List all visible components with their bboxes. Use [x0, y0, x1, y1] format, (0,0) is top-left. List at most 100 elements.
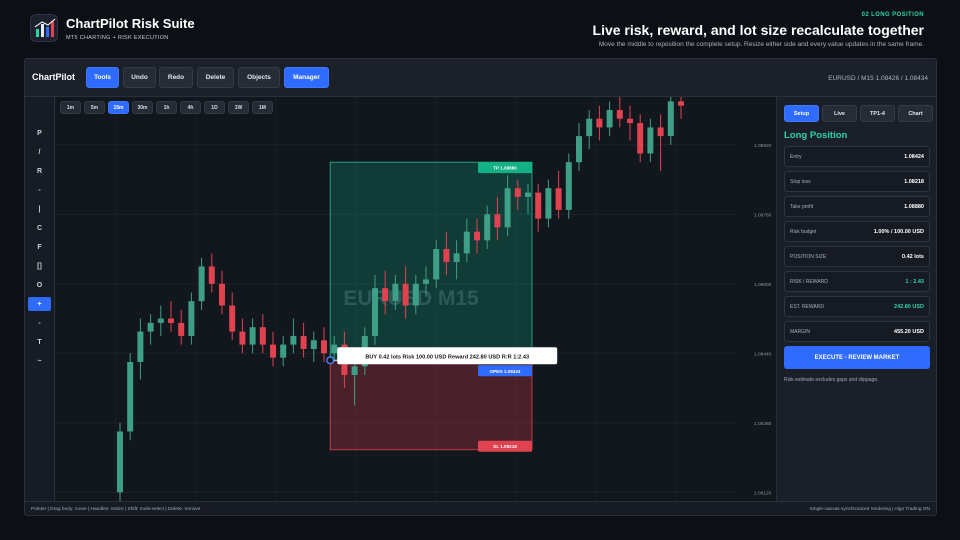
- tool-button-1[interactable]: /: [28, 145, 51, 159]
- tool-button-4[interactable]: |: [28, 202, 51, 216]
- tool-button-9[interactable]: +: [28, 297, 51, 311]
- app-title: ChartPilot Risk Suite: [66, 15, 195, 31]
- candle: [535, 192, 542, 219]
- timeframe-1w[interactable]: 1W: [228, 101, 249, 114]
- timeframe-30m[interactable]: 30m: [132, 101, 153, 114]
- tool-button-5[interactable]: C: [28, 221, 51, 235]
- candle: [678, 101, 684, 106]
- candle: [657, 127, 664, 137]
- field-stop-loss[interactable]: Stop loss 1.08218: [784, 171, 930, 192]
- tab-setup[interactable]: Setup: [784, 105, 819, 122]
- field-risk-reward: RISK / REWARD 1 : 2.43: [784, 271, 930, 292]
- delete-button[interactable]: Delete: [197, 67, 234, 88]
- timeframe-15m[interactable]: 15m: [108, 101, 129, 114]
- field-value: 1.08218: [904, 178, 924, 185]
- candle: [627, 118, 633, 124]
- candle: [300, 335, 307, 349]
- field-value: 1.08424: [904, 153, 924, 160]
- hero-kicker: 02 LONG POSITION: [861, 12, 924, 18]
- objects-button[interactable]: Objects: [238, 67, 280, 88]
- execute-button[interactable]: EXECUTE - REVIEW MARKET: [784, 346, 930, 369]
- candle: [525, 192, 531, 197]
- candle: [229, 305, 236, 332]
- timeframe-1h[interactable]: 1h: [156, 101, 177, 114]
- tool-button-11[interactable]: T: [28, 335, 51, 349]
- app-name: ChartPilot: [32, 72, 76, 82]
- candle: [412, 283, 419, 306]
- field-label: Stop loss: [790, 178, 811, 185]
- redo-button[interactable]: Redo: [159, 67, 193, 88]
- timeframe-1d[interactable]: 1D: [204, 101, 225, 114]
- candle: [127, 361, 134, 432]
- candle: [351, 366, 358, 376]
- candle: [433, 249, 440, 280]
- tool-button-6[interactable]: F: [28, 240, 51, 254]
- chart-logo-icon: [30, 14, 58, 42]
- field-margin: MARGIN 455.20 USD: [784, 321, 930, 342]
- candle: [382, 288, 389, 302]
- candle: [565, 162, 572, 210]
- candle: [576, 136, 582, 163]
- timeframe-1m[interactable]: 1M: [252, 101, 273, 114]
- chart-area[interactable]: 1.08920 1.08760 1.08600 1.08440 1.08280 1.081…: [56, 97, 776, 501]
- risk-note: Risk estimate excludes gaps and slippage…: [784, 377, 879, 383]
- timeframe-5m[interactable]: 5m: [84, 101, 105, 114]
- tool-button-12[interactable]: ~: [28, 354, 51, 368]
- candle: [392, 283, 399, 302]
- candle: [545, 188, 552, 219]
- candle: [474, 231, 480, 241]
- timeframe-1m[interactable]: 1m: [60, 101, 81, 114]
- status-shortcuts: Pointer | Drag body: move | Handles: res…: [31, 507, 201, 512]
- undo-button[interactable]: Undo: [123, 67, 156, 88]
- field-entry[interactable]: Entry 1.08424: [784, 146, 930, 167]
- tab-chart[interactable]: Chart: [898, 105, 933, 122]
- candle: [423, 279, 429, 284]
- status-info: Single-canvas synchronized rendering | A…: [809, 507, 930, 512]
- manager-button[interactable]: Manager: [284, 67, 329, 88]
- candle: [596, 118, 603, 128]
- candle: [647, 127, 654, 154]
- open-price-tag: OPEN 1.08424: [490, 369, 521, 374]
- field-label: MARGIN: [790, 328, 810, 335]
- field-label: Risk budget: [790, 228, 817, 235]
- tool-button-3[interactable]: -: [28, 183, 51, 197]
- candle: [463, 231, 470, 254]
- tab-tp1-4[interactable]: TP1-4: [860, 105, 895, 122]
- tool-button-7[interactable]: []: [28, 259, 51, 273]
- timeframe-4h[interactable]: 4h: [180, 101, 201, 114]
- candle: [157, 318, 164, 323]
- resize-handle-left[interactable]: [326, 356, 335, 365]
- candle: [504, 188, 511, 228]
- take-profit-zone[interactable]: [329, 161, 533, 361]
- sl-price-tag: SL 1.08218: [493, 444, 517, 449]
- candle: [616, 110, 623, 119]
- field-value: 242.80 USD: [894, 303, 924, 310]
- tool-button-8[interactable]: O: [28, 278, 51, 292]
- field-label: POSITION SIZE: [790, 253, 827, 260]
- tools-button[interactable]: Tools: [86, 67, 119, 88]
- symbol-quote: EURUSD / M15 1.08426 / 1.08434: [828, 75, 928, 82]
- app-window: ChartPilot Tools Undo Redo Delete Object…: [24, 58, 937, 516]
- tab-live[interactable]: Live: [822, 105, 857, 122]
- candle: [606, 110, 613, 128]
- field-position-size: POSITION SIZE 0.42 lots: [784, 246, 930, 267]
- candlestick-chart[interactable]: 1.08920 1.08760 1.08600 1.08440 1.08280 1.081…: [56, 97, 776, 501]
- tool-button-2[interactable]: R: [28, 164, 51, 178]
- candle: [402, 283, 409, 306]
- candle: [484, 214, 491, 241]
- drawing-tools-strip: P / R - | C F [] O + - T ~: [25, 97, 55, 501]
- candle: [280, 344, 287, 358]
- hero: 02 LONG POSITION Live risk, reward, and …: [593, 12, 924, 48]
- field-value: 0.42 lots: [901, 253, 924, 260]
- position-panel: Setup Live TP1-4 Chart Long Position Ent…: [776, 97, 936, 501]
- tool-button-0[interactable]: P: [28, 126, 51, 140]
- field-label: Take profit: [790, 203, 814, 210]
- candle: [270, 344, 276, 358]
- field-take-profit[interactable]: Take profit 1.08880: [784, 196, 930, 217]
- tool-button-10[interactable]: -: [28, 316, 51, 330]
- field-risk-budget[interactable]: Risk budget 1.00% / 100.00 USD: [784, 221, 930, 242]
- app-subtitle: MT5 CHARTING + RISK EXECUTION: [66, 34, 169, 41]
- candle: [117, 431, 123, 493]
- brand: ChartPilot Risk Suite MT5 CHARTING + RIS…: [30, 14, 195, 42]
- candle: [321, 340, 327, 354]
